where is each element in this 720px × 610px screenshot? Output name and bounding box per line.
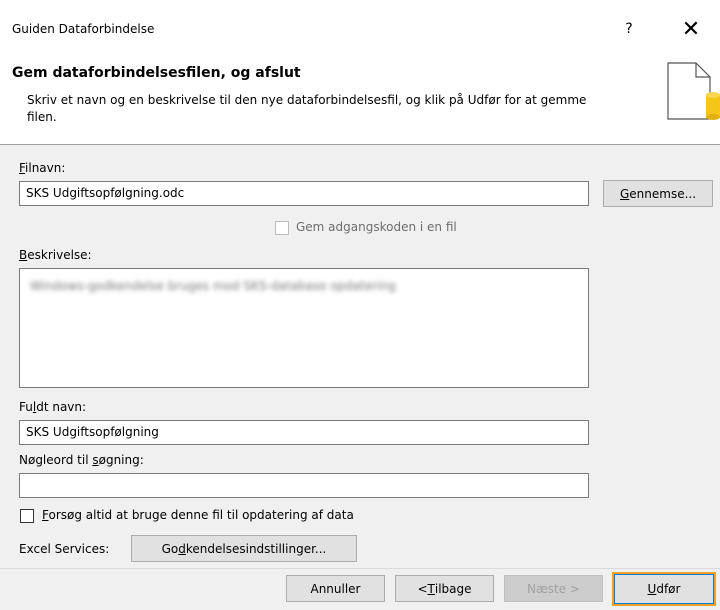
always-use-file-checkbox[interactable] [20, 509, 34, 523]
page-description: Skriv et navn og en beskrivelse til den … [27, 93, 587, 124]
description-label: Beskrivelse: [19, 248, 92, 262]
excel-services-label: Excel Services: [19, 542, 110, 556]
browse-button[interactable]: Gennemse... [603, 180, 713, 207]
filename-input[interactable]: SKS Udgiftsopfølgning.odc [19, 181, 589, 206]
filename-label: Filnavn: [19, 161, 66, 175]
full-name-input[interactable]: SKS Udgiftsopfølgning [19, 420, 589, 445]
save-password-checkbox[interactable] [275, 221, 289, 235]
next-button[interactable]: Næste > [504, 575, 603, 602]
description-textarea[interactable]: Windows-godkendelse bruges mod SKS-datab… [19, 268, 589, 388]
data-connection-wizard-dialog: Guiden Dataforbindelse ? ✕ Gem dataforbi… [0, 0, 720, 610]
finish-button[interactable]: Udfør [612, 572, 716, 606]
footer-separator [0, 568, 720, 569]
always-use-file-label: Forsøg altid at bruge denne fil til opda… [42, 508, 354, 522]
keywords-input[interactable] [19, 473, 589, 498]
close-button[interactable]: ✕ [676, 14, 706, 44]
help-button[interactable]: ? [614, 14, 644, 44]
save-password-label: Gem adgangskoden i en fil [296, 220, 457, 234]
back-button[interactable]: < Tilbage [395, 575, 494, 602]
keywords-label: Nøgleord til søgning: [19, 453, 144, 467]
description-value-redacted: Windows-godkendelse bruges mod SKS-datab… [30, 279, 396, 293]
authentication-settings-button[interactable]: Go d kendelsesindstillinger... [131, 535, 357, 562]
help-icon: ? [625, 21, 633, 37]
page-title: Gem dataforbindelsesfilen, og afslut [12, 65, 301, 81]
cancel-button[interactable]: Annuller [286, 575, 385, 602]
document-database-icon [667, 62, 720, 120]
window-title: Guiden Dataforbindelse [12, 22, 155, 36]
close-icon: ✕ [681, 16, 701, 42]
wizard-header: Gem dataforbindelsesfilen, og afslut Skr… [0, 58, 720, 145]
finish-button-inner: Udfør [614, 574, 714, 604]
title-bar: Guiden Dataforbindelse ? ✕ [0, 0, 720, 58]
full-name-label: Fuldt navn: [19, 400, 87, 414]
